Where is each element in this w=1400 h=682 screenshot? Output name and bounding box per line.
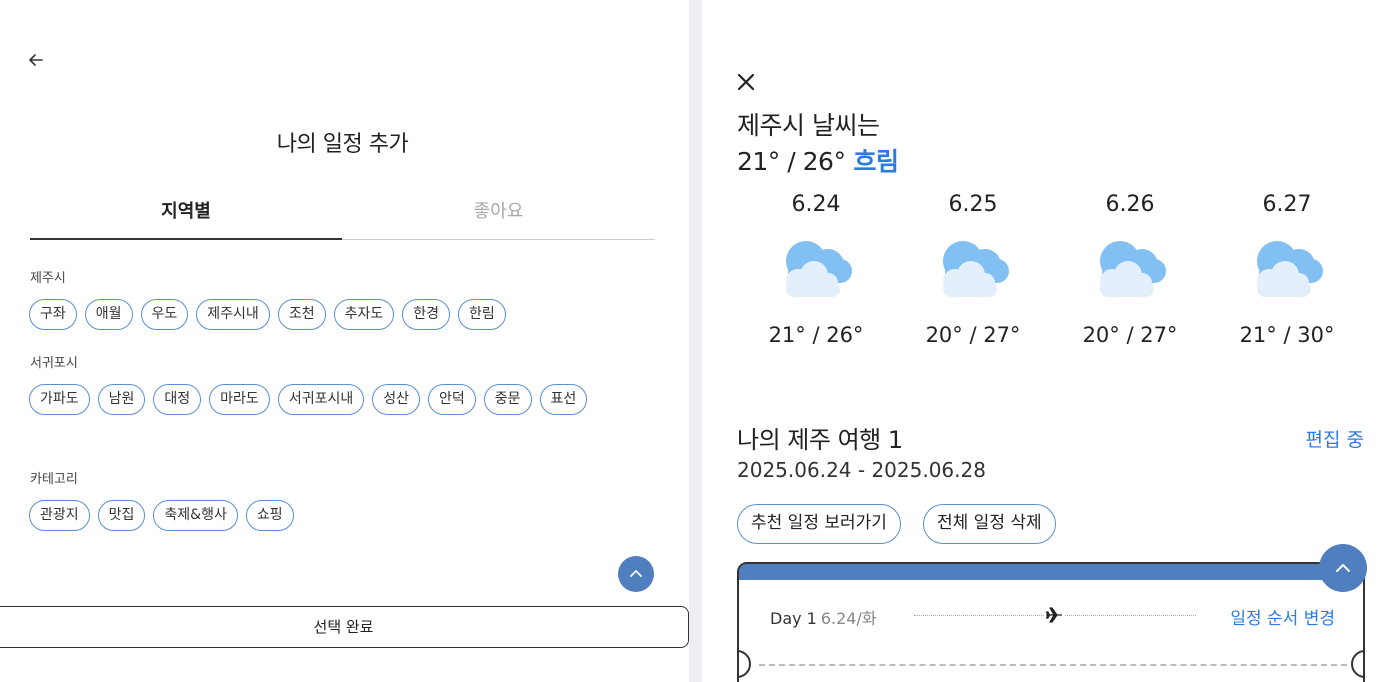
reorder-schedule-link[interactable]: 일정 순서 변경 (1230, 604, 1335, 629)
chip-row-category: 관광지 맛집 축제&행사 쇼핑 (29, 500, 294, 531)
category-chip[interactable]: 관광지 (29, 500, 90, 531)
section-label-category: 카테고리 (30, 472, 78, 487)
section-label-seogwipo-si: 서귀포시 (30, 356, 78, 371)
day-label: Day 1 6.24/화 (770, 605, 877, 629)
ticket-notch (1351, 650, 1363, 678)
category-chip[interactable]: 쇼핑 (245, 500, 294, 531)
region-chip[interactable]: 우도 (140, 299, 189, 330)
region-chip[interactable]: 마라도 (209, 384, 270, 415)
scroll-top-button[interactable] (618, 556, 654, 592)
trip-title: 나의 제주 여행 1 (737, 426, 903, 454)
forecast-day: 6.25 20° / 27° (913, 192, 1033, 347)
view-recommended-button[interactable]: 추천 일정 보러가기 (737, 504, 901, 544)
region-chip[interactable]: 한림 (458, 299, 506, 330)
panel-divider (689, 0, 702, 682)
chip-row-seogwipo-si: 가파도 남원 대정 마라도 서귀포시내 성산 안덕 중문 표선 (29, 384, 588, 415)
region-chip[interactable]: 한경 (402, 299, 450, 330)
region-chip[interactable]: 제주시내 (196, 299, 270, 330)
forecast-day: 6.24 21° / 26° (756, 192, 876, 347)
tab-region[interactable]: 지역별 (30, 192, 342, 240)
region-chip[interactable]: 구좌 (29, 299, 77, 330)
cloud-icon (1257, 241, 1323, 297)
region-chip[interactable]: 서귀포시내 (277, 384, 365, 415)
day-number: Day 1 (770, 609, 817, 628)
day-date: 6.24/화 (820, 609, 877, 628)
cloud-icon (943, 241, 1009, 297)
weather-trip-panel: 제주시 날씨는 21° / 26° 흐림 6.24 21° / 26° 6.25 … (702, 0, 1400, 682)
forecast-date: 6.26 (1105, 192, 1155, 217)
day-card-header (739, 564, 1363, 580)
category-chip[interactable]: 축제&행사 (153, 500, 238, 531)
weather-heading: 제주시 날씨는 (737, 111, 880, 140)
airplane-icon (1044, 605, 1064, 625)
forecast-day: 6.27 21° / 30° (1227, 192, 1347, 347)
weather-condition: 흐림 (853, 147, 899, 176)
edit-mode-link[interactable]: 편집 중 (1306, 425, 1364, 452)
arrow-left-icon[interactable] (26, 50, 46, 70)
section-label-jeju-si: 제주시 (30, 271, 66, 286)
region-chip[interactable]: 가파도 (29, 384, 90, 415)
forecast-range: 21° / 30° (1239, 323, 1335, 347)
dashed-divider (759, 664, 1347, 666)
forecast-date: 6.25 (948, 192, 998, 217)
scroll-top-button[interactable] (1319, 544, 1367, 592)
add-schedule-panel: 나의 일정 추가 지역별 좋아요 제주시 구좌 애월 우도 제주시내 조천 추자… (0, 0, 689, 682)
chevron-up-icon (1336, 564, 1350, 572)
day-card: Day 1 6.24/화 일정 순서 변경 (737, 562, 1365, 682)
current-weather: 21° / 26° 흐림 (737, 142, 899, 178)
close-icon[interactable] (735, 71, 757, 93)
trip-dates: 2025.06.24 - 2025.06.28 (737, 458, 986, 482)
region-chip[interactable]: 성산 (372, 384, 420, 415)
region-chip[interactable]: 조천 (277, 299, 326, 330)
region-chip[interactable]: 애월 (84, 299, 133, 330)
region-tabs: 지역별 좋아요 (30, 192, 655, 240)
category-chip[interactable]: 맛집 (97, 500, 146, 531)
forecast-range: 20° / 27° (925, 323, 1021, 347)
tab-divider (342, 239, 655, 240)
region-chip[interactable]: 안덕 (427, 384, 476, 415)
chevron-up-icon (630, 570, 642, 577)
forecast-date: 6.27 (1262, 192, 1312, 217)
chip-row-jeju-si: 구좌 애월 우도 제주시내 조천 추자도 한경 한림 (29, 299, 506, 330)
forecast-range: 21° / 26° (768, 323, 864, 347)
tab-likes[interactable]: 좋아요 (342, 192, 655, 240)
delete-all-button[interactable]: 전체 일정 삭제 (923, 504, 1056, 544)
forecast-day: 6.26 20° / 27° (1070, 192, 1190, 347)
ticket-notch (739, 650, 751, 678)
active-tab-indicator (30, 238, 342, 240)
region-chip[interactable]: 남원 (97, 384, 146, 415)
forecast-date: 6.24 (791, 192, 841, 217)
region-chip[interactable]: 중문 (483, 384, 532, 415)
current-temp: 21° / 26° (737, 147, 846, 176)
page-title: 나의 일정 추가 (276, 132, 409, 157)
region-chip[interactable]: 표선 (539, 384, 588, 415)
cloud-icon (1100, 241, 1166, 297)
forecast-range: 20° / 27° (1082, 323, 1178, 347)
cloud-icon (786, 241, 852, 297)
region-chip[interactable]: 추자도 (333, 299, 395, 330)
region-chip[interactable]: 대정 (153, 384, 202, 415)
select-done-button[interactable]: 선택 완료 (0, 606, 689, 648)
